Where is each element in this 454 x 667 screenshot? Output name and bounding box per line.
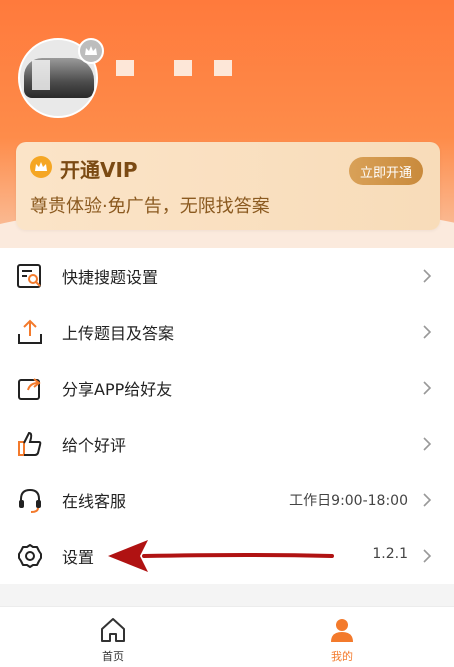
tab-mine[interactable]: 我的 (297, 607, 387, 667)
tab-home[interactable]: 首页 (68, 607, 158, 667)
vip-subtitle: 尊贵体验·免广告，无限找答案 (30, 196, 270, 217)
profile-header: 开通VIP 尊贵体验·免广告，无限找答案 立即开通 (0, 0, 454, 250)
menu-item-rate[interactable]: 给个好评 (0, 416, 454, 472)
tab-label: 我的 (331, 650, 353, 663)
menu-item-label: 在线客服 (62, 492, 127, 511)
vip-crown-icon (30, 156, 52, 178)
thumbs-up-icon (18, 431, 42, 456)
menu-item-online-service[interactable]: 在线客服 工作日9:00-18:00 (0, 472, 454, 528)
vip-title: 开通VIP (60, 158, 138, 182)
upload-icon (18, 319, 42, 344)
person-icon (331, 619, 353, 642)
gear-icon (18, 544, 42, 568)
menu-item-label: 给个好评 (62, 436, 127, 455)
menu-item-label: 快捷搜题设置 (62, 268, 159, 287)
annotation-arrow-icon (108, 540, 334, 572)
search-settings-icon (17, 264, 41, 288)
service-hours: 工作日9:00-18:00 (289, 493, 408, 509)
chevron-right-icon (423, 381, 432, 395)
chevron-right-icon (423, 549, 432, 563)
vip-open-button[interactable]: 立即开通 (349, 157, 423, 185)
tab-label: 首页 (102, 650, 124, 663)
menu-item-quick-search-settings[interactable]: 快捷搜题设置 (0, 248, 454, 304)
avatar-redaction (32, 60, 50, 90)
share-icon (18, 378, 41, 400)
home-icon (101, 618, 125, 642)
menu-item-share-app[interactable]: 分享APP给好友 (0, 360, 454, 416)
crown-badge-icon (78, 38, 104, 64)
vip-card[interactable]: 开通VIP 尊贵体验·免广告，无限找答案 立即开通 (16, 142, 440, 230)
chevron-right-icon (423, 437, 432, 451)
bottom-tab-bar: 首页 我的 (0, 606, 454, 667)
chevron-right-icon (423, 269, 432, 283)
menu-item-label: 分享APP给好友 (62, 380, 173, 399)
chevron-right-icon (423, 325, 432, 339)
menu-item-upload[interactable]: 上传题目及答案 (0, 304, 454, 360)
app-version: 1.2.1 (372, 546, 408, 562)
chevron-right-icon (423, 493, 432, 507)
menu-item-label: 设置 (62, 548, 95, 567)
menu-item-label: 上传题目及答案 (62, 324, 175, 343)
headset-icon (19, 488, 41, 513)
